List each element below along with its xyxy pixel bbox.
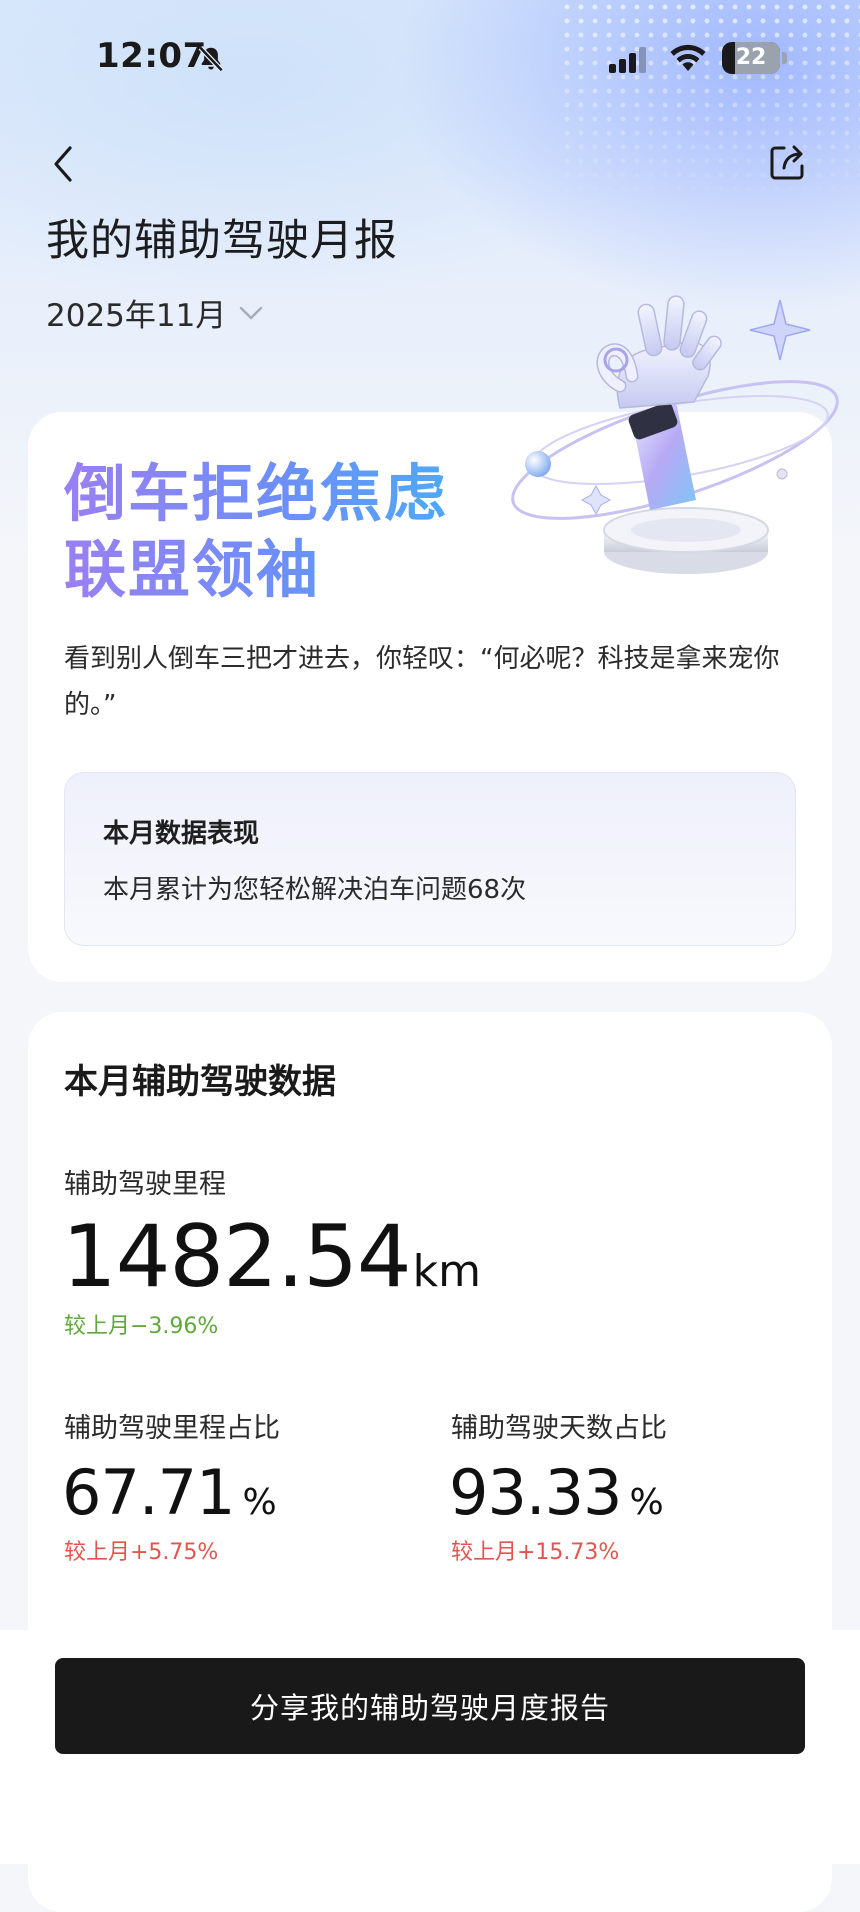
bell-slash-icon <box>198 46 224 72</box>
days-ratio-change: 较上月+15.73% <box>451 1540 620 1565</box>
page-title: 我的辅助驾驶月报 <box>46 216 398 266</box>
mileage-value: 1482.54 <box>62 1207 412 1307</box>
driving-data-title: 本月辅助驾驶数据 <box>64 1062 336 1102</box>
days-ratio-value-group: 93.33% <box>449 1462 664 1524</box>
days-ratio-value: 93.33 <box>449 1456 622 1529</box>
monthly-performance-title: 本月数据表现 <box>103 819 260 849</box>
achievement-title: 倒车拒绝焦虑 联盟领袖 <box>64 456 448 608</box>
monthly-performance-box: 本月数据表现 本月累计为您轻松解决泊车问题68次 <box>64 772 796 946</box>
back-icon[interactable] <box>46 142 80 186</box>
mileage-value-group: 1482.54km <box>62 1214 481 1300</box>
signal-icon <box>609 47 646 73</box>
mileage-unit: km <box>412 1246 481 1297</box>
wifi-icon <box>670 44 706 71</box>
month-label: 2025年11月 <box>46 298 227 334</box>
achievement-description: 看到别人倒车三把才进去，你轻叹：“何必呢？科技是拿来宠你的。” <box>64 644 780 720</box>
monthly-performance-text: 本月累计为您轻松解决泊车问题68次 <box>103 875 527 905</box>
battery-cap <box>782 52 787 64</box>
mileage-ratio-unit: % <box>242 1482 277 1523</box>
share-icon[interactable] <box>766 140 810 184</box>
battery-indicator: 22 <box>722 42 780 74</box>
mileage-ratio-value: 67.71 <box>62 1456 235 1529</box>
mileage-ratio-label: 辅助驾驶里程占比 <box>64 1413 280 1444</box>
status-time: 12:07 <box>96 36 207 76</box>
chevron-down-icon <box>240 306 263 319</box>
mileage-label: 辅助驾驶里程 <box>64 1169 226 1200</box>
days-ratio-unit: % <box>629 1482 664 1523</box>
mileage-ratio-value-group: 67.71% <box>62 1462 277 1524</box>
dot-pattern <box>560 0 860 210</box>
robot-hand-illustration <box>511 295 839 574</box>
battery-level: 22 <box>735 45 767 70</box>
mileage-ratio-change: 较上月+5.75% <box>64 1540 219 1565</box>
achievement-title-line2: 联盟领袖 <box>64 533 321 606</box>
mileage-change: 较上月−3.96% <box>64 1314 219 1339</box>
share-report-button[interactable]: 分享我的辅助驾驶月度报告 <box>55 1658 805 1754</box>
achievement-title-line1: 倒车拒绝焦虑 <box>64 457 449 530</box>
month-selector[interactable]: 2025年11月 <box>46 290 264 335</box>
days-ratio-label: 辅助驾驶天数占比 <box>451 1413 667 1444</box>
